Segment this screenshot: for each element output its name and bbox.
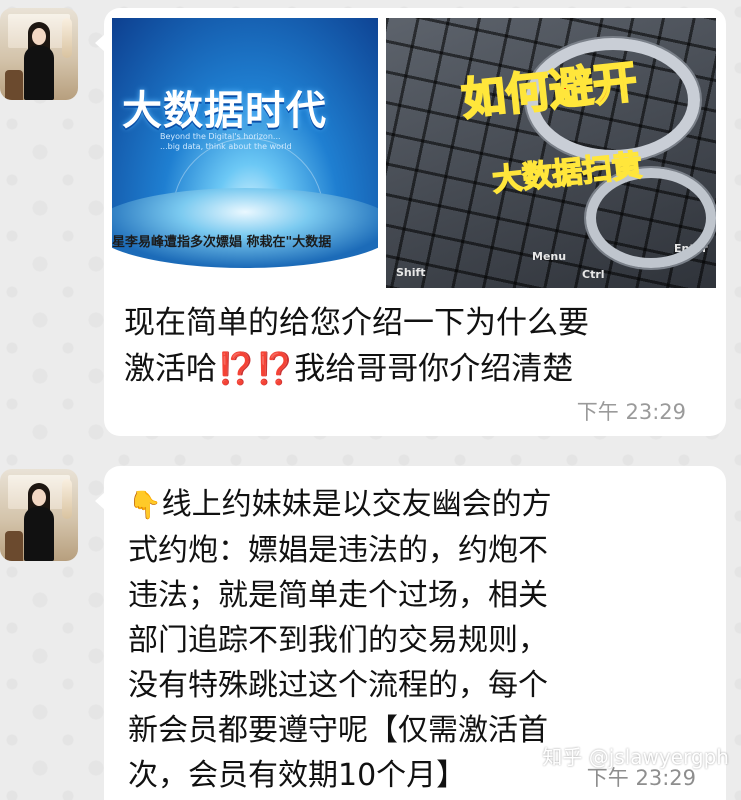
watermark: 知乎 @jslawyergph: [542, 745, 729, 769]
message-timestamp: 下午 23:29: [576, 400, 686, 424]
image-title: 大数据时代: [122, 88, 327, 134]
handcuff-keyboard-image[interactable]: Shift Menu Ctrl Enter 如何避开 大数据扫黄: [386, 18, 716, 288]
news-image-big-data-era[interactable]: 大数据时代 Beyond the Digital's horizon... ..…: [112, 18, 378, 288]
message-text: 现在简单的给您介绍一下为什么要 激活哈⁉️⁉️我给哥哥你介绍清楚: [124, 305, 589, 387]
sender-avatar[interactable]: [0, 469, 78, 561]
message-bubble[interactable]: 大数据时代 Beyond the Digital's horizon... ..…: [95, 8, 726, 436]
message-text: 👇线上约妹妹是以交友幽会的方 式约炮：嫖娼是违法的，约炮不 违法；就是简单走个过…: [128, 487, 552, 793]
image-caption: 星李易峰遭指多次嫖娼 称栽在"大数据: [112, 235, 332, 250]
pointing-down-icon: 👇: [128, 490, 162, 521]
sender-avatar[interactable]: [0, 8, 78, 100]
exclamation-question-icon: ⁉️⁉️: [217, 351, 295, 387]
